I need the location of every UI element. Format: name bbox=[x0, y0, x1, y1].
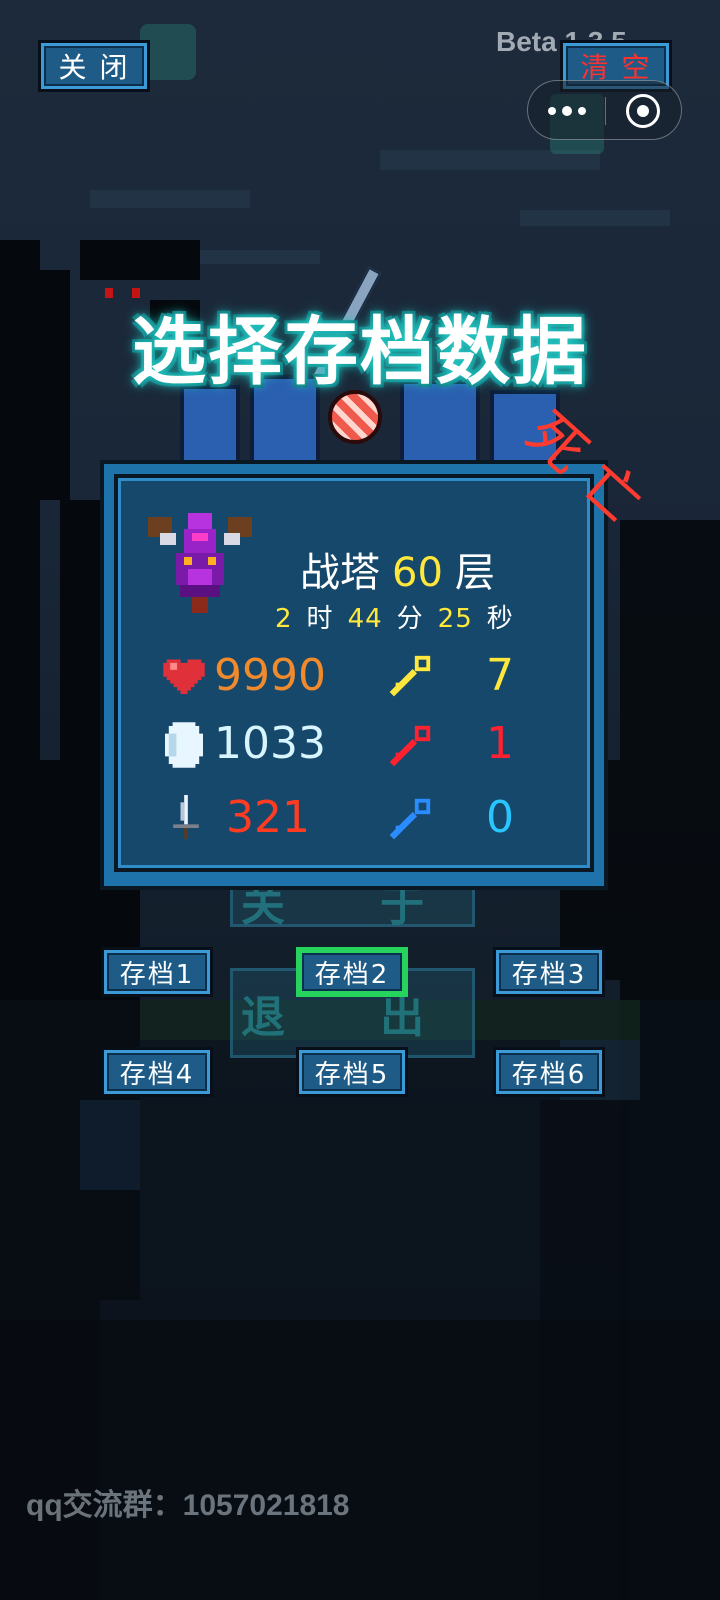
heart-icon bbox=[163, 659, 205, 694]
close-button-label: 关 闭 bbox=[58, 51, 130, 84]
red-key-icon bbox=[389, 725, 431, 767]
miniprogram-capsule bbox=[527, 80, 682, 140]
hero-sprite-icon bbox=[148, 513, 252, 613]
close-miniprogram-icon[interactable] bbox=[626, 94, 660, 128]
save-slot-3-button[interactable]: 存档3 bbox=[493, 947, 605, 997]
red-key-count: 1 bbox=[486, 718, 514, 769]
yellow-key-icon bbox=[389, 655, 431, 697]
save-slot-4-button[interactable]: 存档4 bbox=[101, 1047, 213, 1097]
defense-icon bbox=[165, 722, 203, 768]
attack-value: 321 bbox=[226, 792, 310, 843]
qq-group-text: qq交流群：1057021818 bbox=[26, 1489, 350, 1522]
defense-value: 1033 bbox=[214, 718, 326, 769]
yellow-key-count: 7 bbox=[486, 650, 514, 701]
hp-value: 9990 bbox=[214, 650, 326, 701]
sword-icon bbox=[173, 795, 199, 839]
close-button[interactable]: 关 闭 bbox=[38, 40, 150, 92]
blue-key-icon bbox=[389, 798, 431, 840]
more-icon[interactable] bbox=[548, 103, 588, 119]
save-slot-2-button[interactable]: 存档2 bbox=[296, 947, 408, 997]
floor-label: 战塔 60 层 bbox=[300, 550, 495, 596]
page-title: 选择存档数据 bbox=[132, 309, 588, 395]
blue-key-count: 0 bbox=[486, 792, 514, 843]
save-slot-1-button[interactable]: 存档1 bbox=[101, 947, 213, 997]
save-slot-6-button[interactable]: 存档6 bbox=[493, 1047, 605, 1097]
play-time: 2 时 44 分 25 秒 bbox=[275, 604, 514, 634]
save-slot-5-button[interactable]: 存档5 bbox=[296, 1047, 408, 1097]
